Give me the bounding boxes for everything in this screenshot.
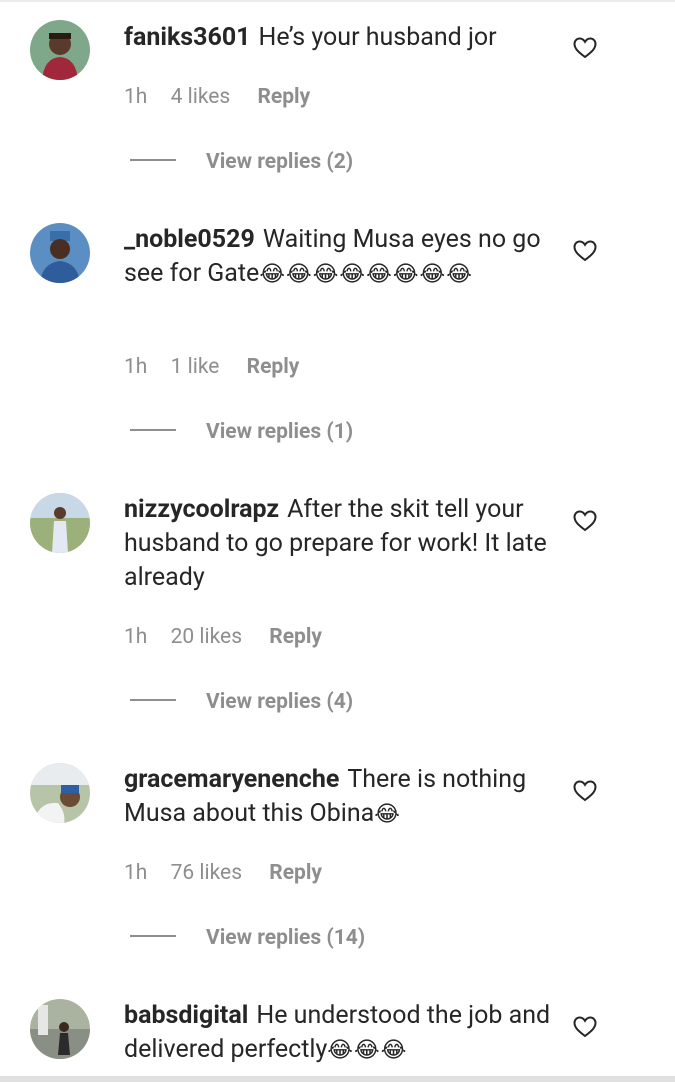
comment-text: gracemaryenenche There is nothing Musa ab… [124, 763, 554, 832]
comment-likes[interactable]: 4 likes [171, 85, 231, 109]
comment-text: babsdigital He understood the job and del… [124, 999, 554, 1068]
view-replies-label: View replies (14) [206, 926, 366, 950]
avatar[interactable] [30, 999, 90, 1059]
view-replies-button[interactable]: View replies (14) [130, 926, 365, 950]
comment-text: _noble0529 Waiting Musa eyes no go see fo… [124, 223, 554, 292]
avatar[interactable] [30, 763, 90, 823]
view-replies-label: View replies (4) [206, 690, 354, 714]
comment-username[interactable]: babsdigital [124, 1001, 248, 1030]
reply-button[interactable]: Reply [247, 355, 300, 379]
like-heart-icon[interactable] [573, 780, 597, 802]
avatar[interactable] [30, 20, 90, 80]
comment-likes[interactable]: 1 like [171, 355, 220, 379]
comment-emoji: 😂😂😂😂😂😂😂😂 [259, 262, 473, 287]
view-replies-label: View replies (2) [206, 150, 354, 174]
comment-likes[interactable]: 20 likes [171, 625, 242, 649]
view-replies-button[interactable]: View replies (2) [130, 150, 353, 174]
replies-line [130, 429, 176, 432]
replies-line [130, 935, 176, 938]
replies-line [130, 699, 176, 702]
comment-meta: 1h 1 like Reply [124, 355, 317, 379]
view-replies-label: View replies (1) [206, 420, 354, 444]
comment-text: faniks3601 He’s your husband jor [124, 21, 554, 55]
comment-text: nizzycoolrapz After the skit tell your hu… [124, 493, 554, 595]
comment-meta: 1h 76 likes Reply [124, 861, 340, 885]
bottom-divider [0, 1076, 675, 1082]
comment-username[interactable]: gracemaryenenche [124, 765, 339, 794]
comment-username[interactable]: _noble0529 [124, 225, 255, 254]
replies-line [130, 159, 176, 162]
comment-meta: 1h 20 likes Reply [124, 625, 340, 649]
comment-body: He’s your husband jor [258, 23, 497, 52]
comment-emoji: 😂😂😂 [327, 1038, 408, 1063]
reply-button[interactable]: Reply [269, 861, 322, 885]
like-heart-icon[interactable] [573, 37, 597, 59]
like-heart-icon[interactable] [573, 1016, 597, 1038]
like-heart-icon[interactable] [573, 510, 597, 532]
comment-likes[interactable]: 76 likes [171, 861, 242, 885]
comment-time: 1h [124, 355, 148, 379]
comment-meta: 1h 4 likes Reply [124, 85, 328, 109]
view-replies-button[interactable]: View replies (4) [130, 690, 353, 714]
view-replies-button[interactable]: View replies (1) [130, 420, 353, 444]
avatar[interactable] [30, 493, 90, 553]
comment-time: 1h [124, 85, 148, 109]
reply-button[interactable]: Reply [269, 625, 322, 649]
top-divider [0, 0, 675, 2]
comment-username[interactable]: nizzycoolrapz [124, 495, 279, 524]
comment-time: 1h [124, 861, 148, 885]
reply-button[interactable]: Reply [257, 85, 310, 109]
comment-time: 1h [124, 625, 148, 649]
like-heart-icon[interactable] [573, 240, 597, 262]
comment-username[interactable]: faniks3601 [124, 23, 251, 52]
comment-emoji: 😂 [374, 802, 401, 827]
avatar[interactable] [30, 223, 90, 283]
